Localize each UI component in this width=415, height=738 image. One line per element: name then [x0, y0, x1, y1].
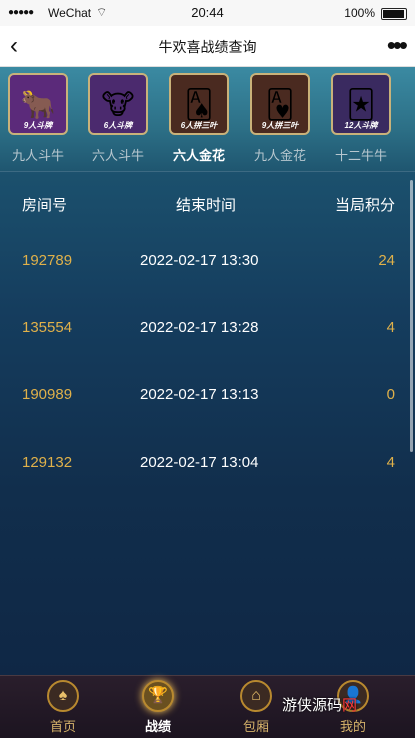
battery-percent: 100%: [344, 6, 375, 20]
round-score: 0: [386, 386, 395, 403]
room-number: 135554: [22, 319, 73, 336]
game-icon: 🂡 6人拼三叶: [169, 73, 229, 135]
game-icon: 🐂 9人斗牌: [8, 73, 68, 135]
watermark: 游侠源码网: [282, 697, 358, 714]
room-number: 192789: [22, 252, 73, 269]
game-tab-3[interactable]: 🂱 9人拼三叶 九人金花: [240, 73, 320, 164]
scrollbar[interactable]: [410, 180, 413, 452]
more-options-button[interactable]: •••: [387, 30, 408, 61]
spade-icon: ♠: [47, 680, 79, 712]
game-icon: 🐮 6人斗牌: [88, 73, 148, 135]
trophy-icon: 🏆: [142, 680, 174, 712]
score-column-header: 当局积分: [334, 197, 395, 214]
end-time-column-header: 结束时间: [176, 197, 237, 214]
game-selector: 🐂 9人斗牌 九人斗牛 🐮 6人斗牌 六人斗牛 🂡 6人拼三叶 六人金花 🂱 9人拼三叶…: [0, 67, 415, 171]
room-number: 129132: [22, 454, 73, 471]
game-tab-4[interactable]: 🃏 12人斗牌 十二牛牛: [321, 73, 401, 164]
table-row[interactable]: 129132 2022-02-17 13:04 4: [0, 444, 415, 484]
game-tab-label: 十二牛牛: [334, 148, 387, 163]
room-number: 190989: [22, 386, 73, 403]
page-title: 牛欢喜战绩查询: [158, 39, 257, 55]
end-time: 2022-02-17 13:04: [140, 454, 259, 471]
round-score: 24: [378, 252, 395, 269]
tab-label: 包厢: [242, 719, 269, 734]
end-time: 2022-02-17 13:13: [140, 386, 259, 403]
tab-label: 我的: [339, 719, 366, 734]
tab-home[interactable]: ♠ 首页: [23, 680, 103, 735]
round-score: 4: [386, 319, 395, 336]
game-tab-label: 九人斗牛: [11, 148, 64, 163]
tab-records[interactable]: 🏆 战绩: [118, 680, 198, 735]
status-bar: ●●●●● WeChat ⌔ 20:44 100%: [0, 0, 415, 26]
game-tab-label: 六人斗牛: [91, 148, 144, 163]
end-time: 2022-02-17 13:30: [140, 252, 259, 269]
game-icon: 🃏 12人斗牌: [331, 73, 391, 135]
room-column-header: 房间号: [22, 197, 68, 214]
battery-icon: [381, 8, 407, 20]
end-time: 2022-02-17 13:28: [140, 319, 259, 336]
game-tab-0[interactable]: 🐂 9人斗牌 九人斗牛: [0, 73, 78, 164]
game-tab-label: 九人金花: [253, 148, 306, 163]
game-tab-label: 六人金花: [172, 148, 225, 163]
tab-label: 战绩: [144, 719, 171, 734]
round-score: 4: [386, 454, 395, 471]
table-row[interactable]: 190989 2022-02-17 13:13 0: [0, 376, 415, 416]
game-icon: 🂱 9人拼三叶: [250, 73, 310, 135]
table-row[interactable]: 135554 2022-02-17 13:28 4: [0, 309, 415, 349]
game-tab-1[interactable]: 🐮 6人斗牌 六人斗牛: [78, 73, 158, 164]
table-row[interactable]: 192789 2022-02-17 13:30 24: [0, 242, 415, 282]
table-header: 房间号 结束时间 当局积分: [0, 171, 415, 232]
game-tab-2[interactable]: 🂡 6人拼三叶 六人金花: [159, 73, 239, 164]
nav-bar: ‹ 牛欢喜战绩查询 •••: [0, 26, 415, 67]
house-icon: ⌂: [240, 680, 272, 712]
tab-label: 首页: [49, 719, 76, 734]
